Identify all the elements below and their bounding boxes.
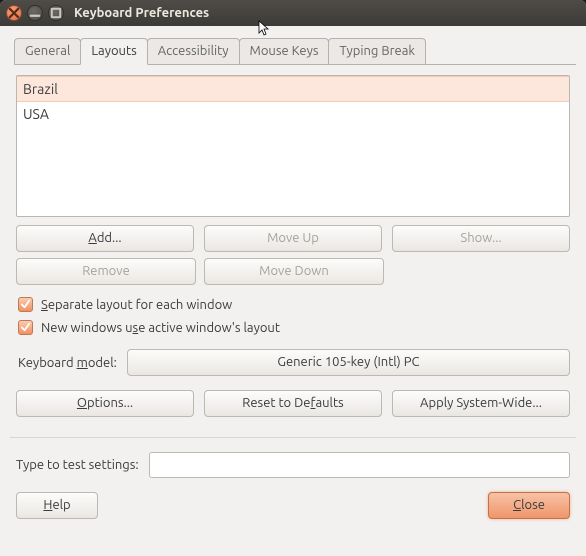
list-item[interactable]: Brazil bbox=[17, 76, 569, 102]
tab-accessibility[interactable]: Accessibility bbox=[147, 38, 240, 64]
minimize-window-icon[interactable] bbox=[27, 5, 43, 21]
keyboard-model-button[interactable]: Generic 105-key (Intl) PC bbox=[127, 349, 570, 376]
list-item[interactable]: USA bbox=[17, 102, 569, 126]
separate-layout-checkbox[interactable] bbox=[18, 297, 33, 312]
window-title: Keyboard Preferences bbox=[74, 6, 209, 20]
content-area: General Layouts Accessibility Mouse Keys… bbox=[0, 26, 586, 529]
show-button[interactable]: Show... bbox=[392, 225, 570, 252]
tab-layouts[interactable]: Layouts bbox=[80, 38, 147, 65]
layout-list[interactable]: Brazil USA bbox=[16, 75, 570, 217]
tab-mouse-keys[interactable]: Mouse Keys bbox=[239, 38, 330, 64]
type-to-test-input[interactable] bbox=[149, 452, 570, 478]
maximize-window-icon[interactable] bbox=[48, 5, 64, 21]
close-window-icon[interactable] bbox=[6, 5, 22, 21]
tabs: General Layouts Accessibility Mouse Keys… bbox=[14, 38, 576, 65]
window-buttons bbox=[6, 5, 64, 21]
close-button[interactable]: Close bbox=[488, 492, 570, 519]
move-down-button[interactable]: Move Down bbox=[204, 258, 384, 285]
window: Keyboard Preferences General Layouts Acc… bbox=[0, 0, 586, 556]
add-button[interactable]: Add... bbox=[16, 225, 194, 252]
reset-defaults-button[interactable]: Reset to Defaults bbox=[204, 390, 382, 417]
tab-panel-layouts: Brazil USA Add... Move Up Show... Remove… bbox=[10, 65, 576, 421]
type-to-test-label: Type to test settings: bbox=[16, 458, 139, 472]
tab-general[interactable]: General bbox=[14, 38, 81, 64]
remove-button[interactable]: Remove bbox=[16, 258, 196, 285]
apply-system-wide-button[interactable]: Apply System-Wide... bbox=[392, 390, 570, 417]
new-windows-checkbox[interactable] bbox=[18, 320, 33, 335]
move-up-button[interactable]: Move Up bbox=[204, 225, 382, 252]
titlebar: Keyboard Preferences bbox=[0, 0, 586, 26]
separate-layout-label: Separate layout for each window bbox=[41, 298, 232, 312]
keyboard-model-label: Keyboard model: bbox=[18, 356, 117, 370]
tab-typing-break[interactable]: Typing Break bbox=[328, 38, 426, 64]
new-windows-label: New windows use active window's layout bbox=[41, 321, 280, 335]
options-button[interactable]: Options... bbox=[16, 390, 194, 417]
separator bbox=[10, 437, 576, 438]
help-button[interactable]: Help bbox=[16, 492, 98, 519]
